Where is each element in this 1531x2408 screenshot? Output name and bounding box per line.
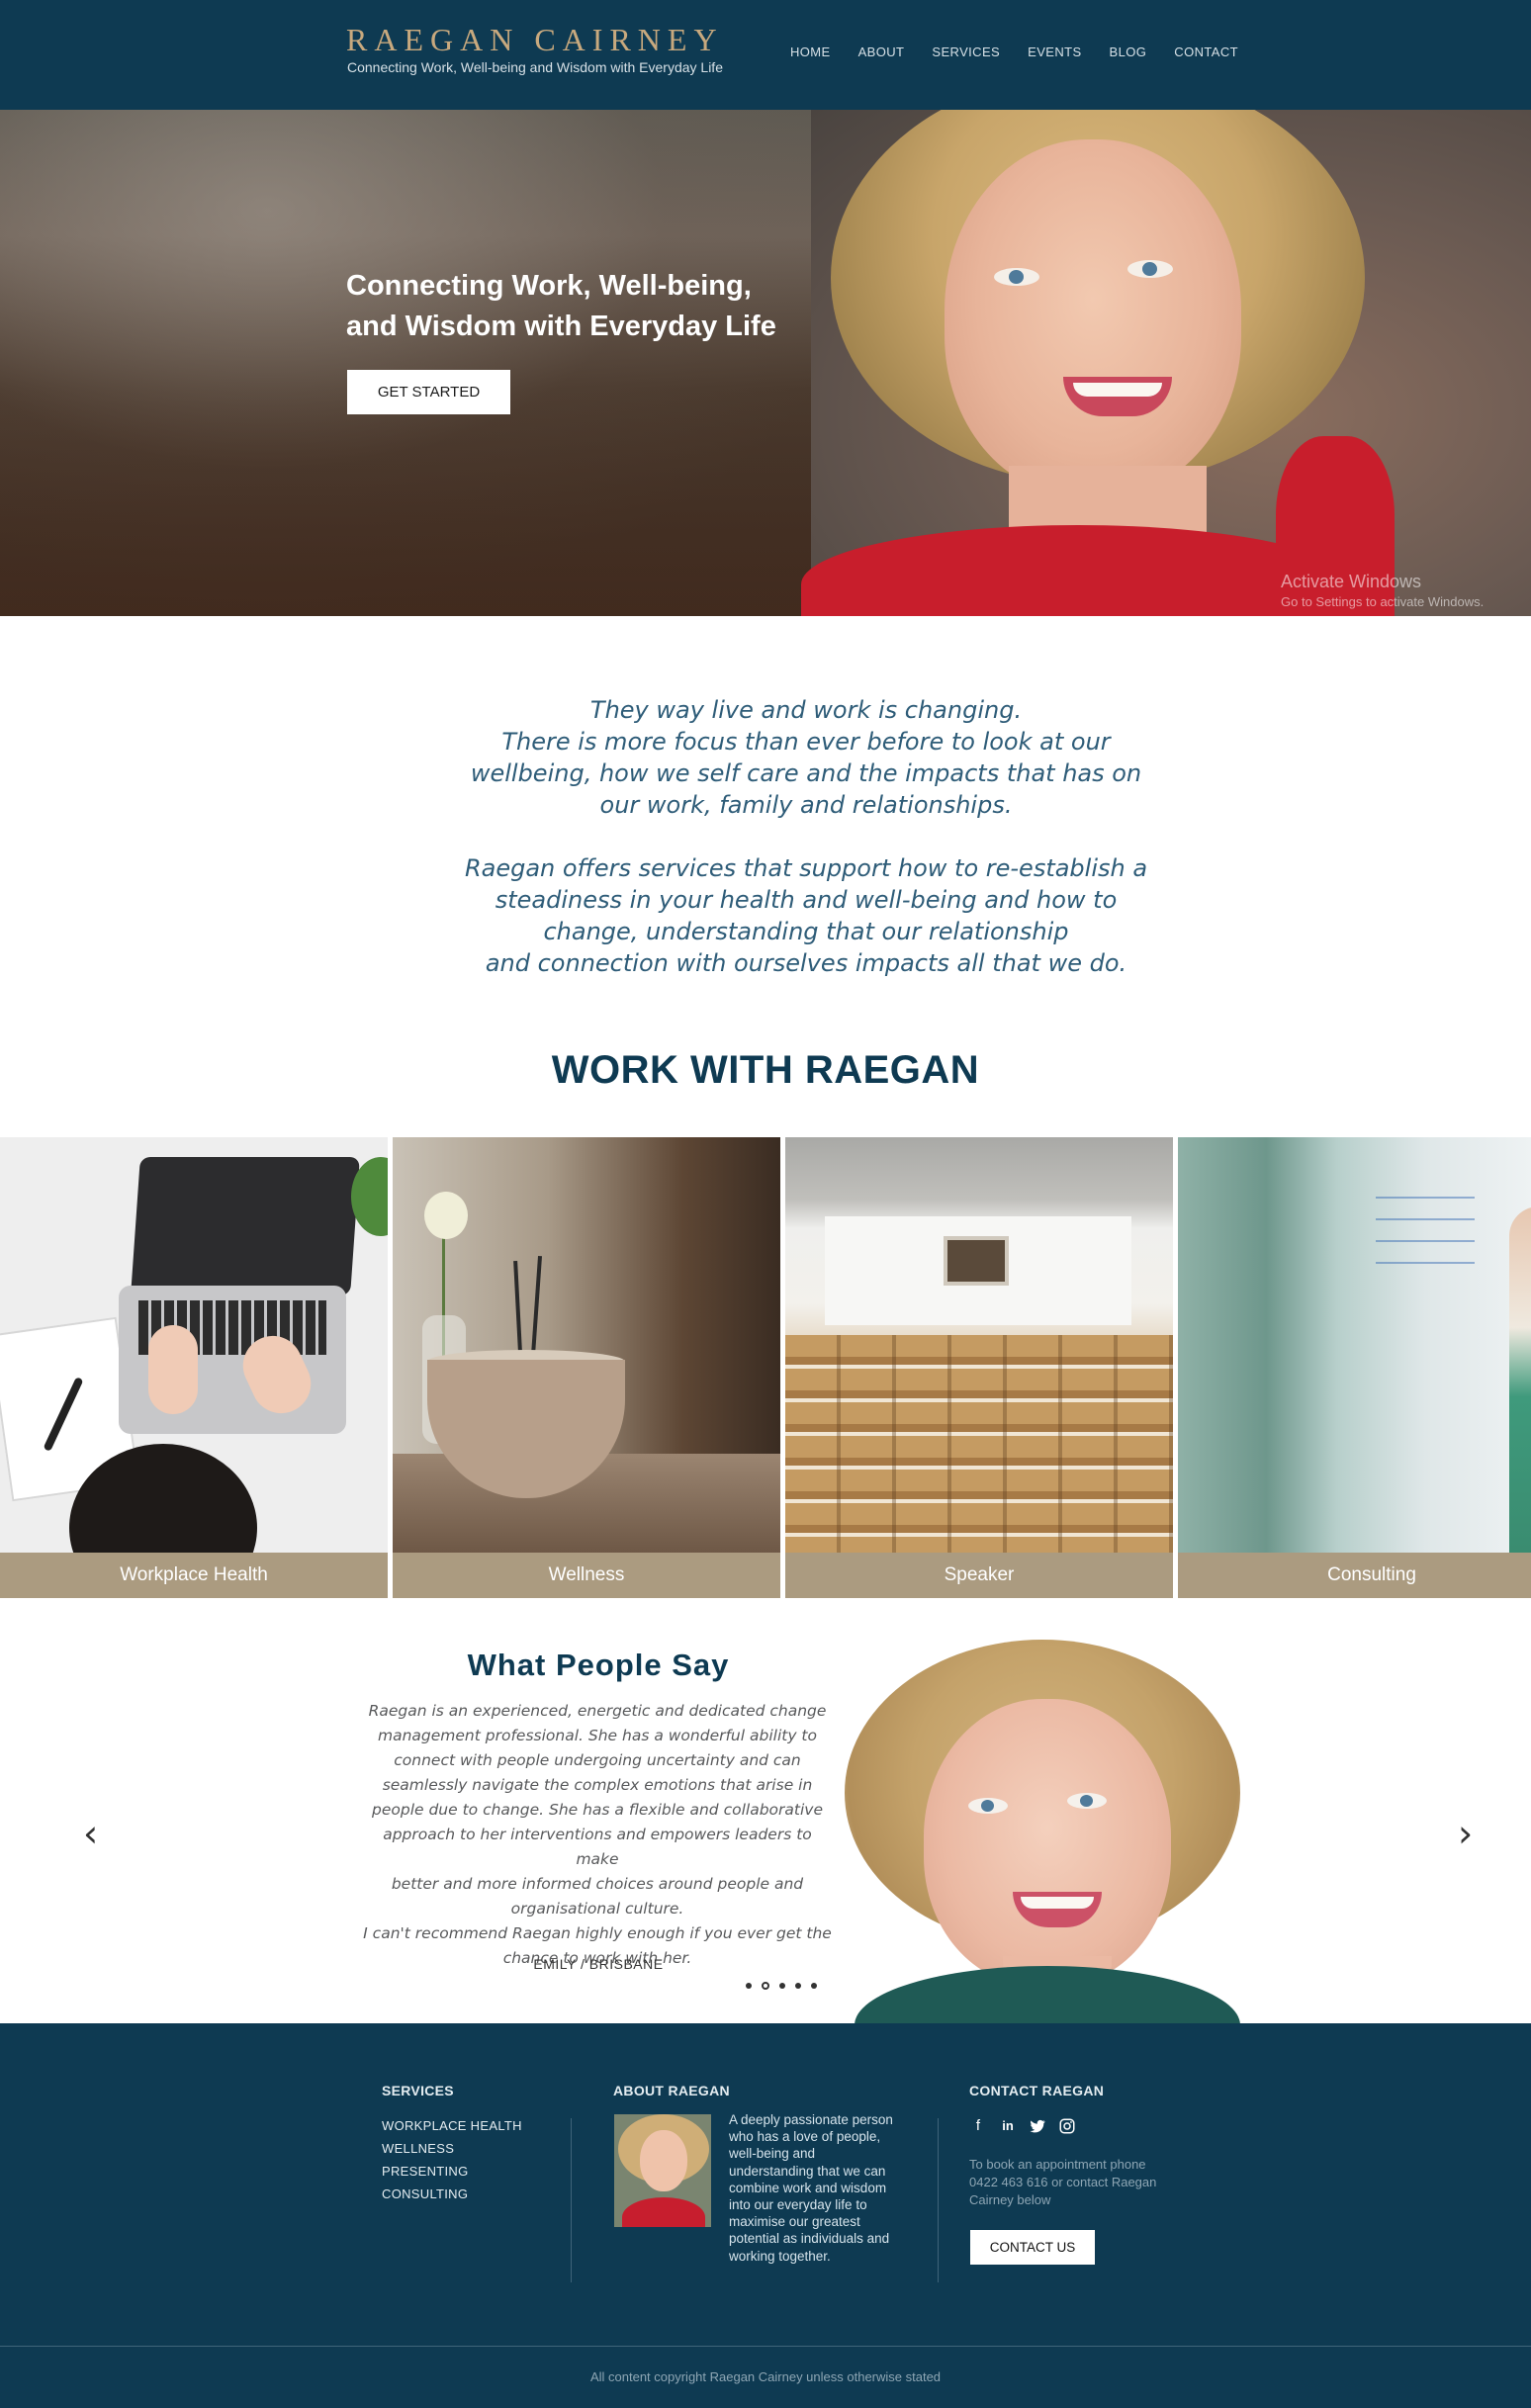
- watermark-title: Activate Windows: [1281, 572, 1422, 591]
- footer-contact-text: To book an appointment phone 0422 463 61…: [969, 2157, 1157, 2207]
- nav-blog[interactable]: BLOG: [1110, 45, 1147, 59]
- get-started-button[interactable]: GET STARTED: [347, 370, 510, 414]
- nav-home[interactable]: HOME: [790, 45, 831, 59]
- tile-label: Workplace Health: [0, 1553, 388, 1598]
- footer-bottom-divider: [0, 2346, 1531, 2347]
- footer-divider: [571, 2118, 572, 2282]
- footer-contact-heading: CONTACT RAEGAN: [969, 2083, 1105, 2098]
- slider-dot[interactable]: [779, 1983, 785, 1989]
- wellness-photo: [393, 1137, 780, 1553]
- intro-paragraph-1: They way live and work is changing. Ther…: [470, 696, 1142, 819]
- hero-title: Connecting Work, Well-being, and Wisdom …: [346, 270, 776, 342]
- tile-speaker[interactable]: Speaker: [785, 1137, 1173, 1598]
- facebook-icon[interactable]: f: [969, 2117, 987, 2135]
- workplace-photo: [0, 1137, 388, 1598]
- watermark-subtitle: Go to Settings to activate Windows.: [1281, 594, 1485, 609]
- slider-dot[interactable]: [795, 1983, 801, 1989]
- site-tagline: Connecting Work, Well-being and Wisdom w…: [347, 59, 723, 75]
- tile-workplace-health[interactable]: Workplace Health: [0, 1137, 388, 1598]
- slider-dot[interactable]: [811, 1983, 817, 1989]
- nav-events[interactable]: EVENTS: [1028, 45, 1081, 59]
- slider-dots: [746, 1982, 817, 1990]
- footer-link-presenting[interactable]: PRESENTING: [382, 2160, 522, 2183]
- footer-link-consulting[interactable]: CONSULTING: [382, 2183, 522, 2205]
- testimonial-portrait-photo: [835, 1640, 1258, 2023]
- nav-about[interactable]: ABOUT: [858, 45, 905, 59]
- intro-paragraph-2: Raegan offers services that support how …: [464, 854, 1148, 977]
- footer-link-workplace-health[interactable]: WORKPLACE HEALTH: [382, 2114, 522, 2137]
- consulting-photo: [1178, 1137, 1531, 1553]
- tile-label: Speaker: [785, 1553, 1173, 1598]
- intro-text: They way live and work is changing. Ther…: [435, 694, 1177, 1011]
- footer-portrait-photo: [614, 2114, 711, 2227]
- twitter-icon[interactable]: [1029, 2117, 1046, 2135]
- slider-dot[interactable]: [762, 1982, 769, 1990]
- tile-label: Wellness: [393, 1553, 780, 1598]
- hero-banner: Connecting Work, Well-being, and Wisdom …: [0, 110, 1531, 616]
- copyright-text: All content copyright Raegan Cairney unl…: [589, 2369, 942, 2384]
- main-nav: HOME ABOUT SERVICES EVENTS BLOG CONTACT: [790, 45, 1266, 59]
- testimonial-quote: Raegan is an experienced, energetic and …: [363, 1702, 832, 1967]
- contact-us-button[interactable]: CONTACT US: [970, 2230, 1095, 2265]
- site-footer: SERVICES WORKPLACE HEALTH WELLNESS PRESE…: [0, 2023, 1531, 2408]
- footer-about-heading: ABOUT RAEGAN: [613, 2083, 730, 2098]
- tile-consulting[interactable]: Consulting: [1178, 1137, 1531, 1598]
- site-logo[interactable]: RAEGAN CAIRNEY: [346, 22, 724, 58]
- instagram-icon[interactable]: [1058, 2117, 1076, 2135]
- slider-dot[interactable]: [746, 1983, 752, 1989]
- tile-wellness[interactable]: Wellness: [393, 1137, 780, 1598]
- slider-next-arrow-icon[interactable]: ›: [1458, 1815, 1473, 1852]
- nav-services[interactable]: SERVICES: [932, 45, 1000, 59]
- footer-link-wellness[interactable]: WELLNESS: [382, 2137, 522, 2160]
- testimonial-author: EMILY / BRISBANE: [533, 1956, 664, 1972]
- linkedin-icon[interactable]: in: [999, 2117, 1017, 2135]
- auditorium-photo: [785, 1137, 1173, 1553]
- tile-label: Consulting: [1178, 1553, 1531, 1598]
- testimonial-heading: What People Say: [467, 1648, 730, 1682]
- footer-about-text: A deeply passionate person who has a lov…: [729, 2112, 893, 2264]
- footer-services-list: WORKPLACE HEALTH WELLNESS PRESENTING CON…: [382, 2114, 522, 2205]
- slider-prev-arrow-icon[interactable]: ‹: [83, 1815, 98, 1852]
- site-header: RAEGAN CAIRNEY Connecting Work, Well-bei…: [0, 0, 1531, 110]
- windows-watermark: Activate Windows Go to Settings to activ…: [1281, 572, 1484, 609]
- work-with-raegan-heading: WORK WITH RAEGAN: [551, 1048, 980, 1092]
- nav-contact[interactable]: CONTACT: [1174, 45, 1238, 59]
- footer-services-heading: SERVICES: [382, 2083, 454, 2098]
- footer-divider: [938, 2118, 939, 2282]
- social-links: f in: [969, 2117, 1076, 2135]
